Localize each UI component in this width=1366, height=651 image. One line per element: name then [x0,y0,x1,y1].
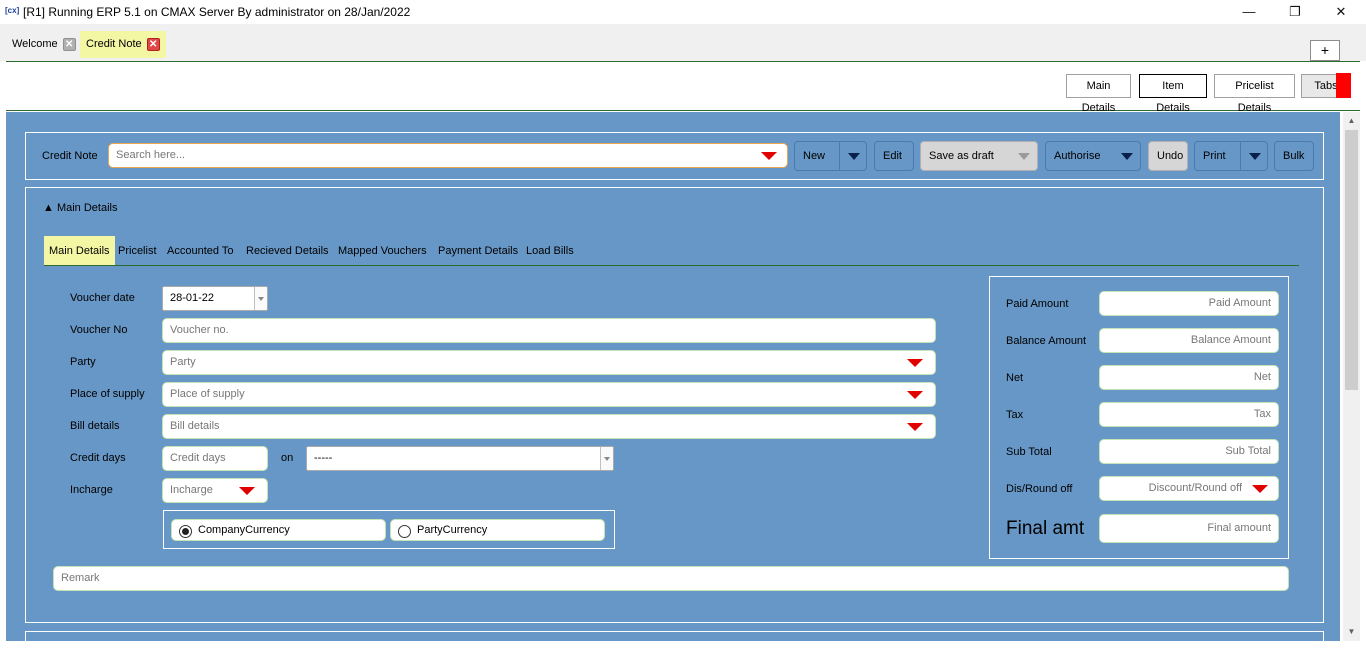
main-details-toggle[interactable]: ▲ Main Details [43,202,117,214]
sub-total-label: Sub Total [1006,446,1052,458]
dis-round-off-label: Dis/Round off [1006,483,1073,495]
on-value: ----- [314,452,333,464]
net-input[interactable]: Net [1099,365,1279,390]
search-input[interactable]: Search here... [108,143,788,168]
scroll-thumb[interactable] [1345,130,1358,390]
main-details-button[interactable]: Main Details [1066,74,1131,114]
chevron-down-icon[interactable] [600,447,613,470]
incharge-label: Incharge [70,484,113,496]
party-select[interactable]: Party [162,350,936,375]
place-of-supply-select[interactable]: Place of supply [162,382,936,407]
minimize-button[interactable]: — [1226,1,1272,23]
credit-note-label: Credit Note [42,150,98,162]
final-amount-input[interactable]: Final amount [1099,514,1279,543]
incharge-placeholder: Incharge [170,484,213,496]
balance-amount-input[interactable]: Balance Amount [1099,328,1279,353]
radio-unselected-icon[interactable] [398,525,411,538]
dropdown-arrow-icon[interactable] [239,487,255,495]
company-currency-option[interactable]: CompanyCurrency [171,519,386,541]
voucher-date-label: Voucher date [70,292,135,304]
dropdown-arrow-icon[interactable] [907,423,923,431]
dis-round-off-placeholder: Discount/Round off [1148,482,1242,494]
subtab-payment-details[interactable]: Payment Details [433,236,523,266]
party-label: Party [70,356,96,368]
voucher-date-value: 28-01-22 [170,292,215,304]
print-button[interactable]: Print [1194,141,1268,171]
window-title: [R1] Running ERP 5.1 on CMAX Server By a… [23,5,411,19]
document-tab-strip [0,24,1366,61]
on-label: on [281,452,294,464]
tax-label: Tax [1006,409,1024,421]
voucher-no-label: Voucher No [70,324,128,336]
chevron-down-icon[interactable] [1113,142,1141,170]
maximize-button[interactable]: ❐ [1272,1,1318,23]
authorise-label: Authorise [1054,150,1101,162]
save-as-draft-button[interactable]: Save as draft [920,141,1038,171]
voucher-date-picker[interactable]: 28-01-22 [162,286,268,311]
balance-amount-label: Balance Amount [1006,335,1087,347]
scroll-up-icon[interactable]: ▲ [1343,113,1360,129]
close-tab-icon[interactable]: ✕ [146,38,160,51]
tab-label: Welcome [12,38,58,50]
calendar-dropdown-icon[interactable] [254,287,267,310]
bill-details-placeholder: Bill details [170,420,220,432]
close-window-button[interactable]: ✕ [1318,1,1364,23]
chevron-down-icon[interactable] [1240,142,1268,170]
voucher-no-input[interactable]: Voucher no. [162,318,936,343]
close-tab-icon[interactable]: ✕ [62,38,76,51]
dropdown-arrow-icon[interactable] [907,359,923,367]
tab-label: Credit Note [86,38,142,50]
subtab-main-details[interactable]: Main Details [44,236,115,266]
print-label: Print [1203,150,1226,162]
item-details-button[interactable]: Item Details [1139,74,1207,114]
party-placeholder: Party [170,356,196,368]
subtab-accounted-to[interactable]: Accounted To [162,236,238,266]
place-of-supply-label: Place of supply [70,388,145,400]
new-label: New [803,150,826,162]
authorise-button[interactable]: Authorise [1045,141,1141,171]
company-currency-label: CompanyCurrency [198,524,290,536]
radio-selected-icon[interactable] [179,525,192,538]
credit-days-on-select[interactable]: ----- [306,446,614,471]
dropdown-arrow-icon[interactable] [761,152,777,160]
net-label: Net [1006,372,1024,384]
subtab-recieved-details[interactable]: Recieved Details [241,236,334,266]
dropdown-arrow-icon[interactable] [907,391,923,399]
remark-input[interactable]: Remark [53,566,1289,591]
pricelist-details-button[interactable]: Pricelist Details [1214,74,1295,114]
credit-days-label: Credit days [70,452,126,464]
paid-amount-input[interactable]: Paid Amount [1099,291,1279,316]
add-tab-button[interactable]: + [1310,40,1340,61]
new-button[interactable]: New [794,141,867,171]
incharge-select[interactable]: Incharge [162,478,268,503]
app-icon: [cx] [5,6,20,15]
subtab-mapped-vouchers[interactable]: Mapped Vouchers [333,236,432,266]
next-section-panel [25,631,1324,651]
subtab-pricelist[interactable]: Pricelist [113,236,162,266]
save-as-draft-label: Save as draft [929,150,994,162]
party-currency-label: PartyCurrency [417,524,488,536]
edit-button[interactable]: Edit [874,141,914,171]
chevron-down-icon[interactable] [839,142,867,170]
paid-amount-label: Paid Amount [1006,298,1069,310]
red-marker [1336,73,1351,98]
bill-details-label: Bill details [70,420,120,432]
party-currency-option[interactable]: PartyCurrency [390,519,605,541]
bill-details-select[interactable]: Bill details [162,414,936,439]
subtab-divider [44,265,1299,266]
tab-credit-note[interactable]: Credit Note ✕ [80,31,166,58]
tab-welcome[interactable]: Welcome ✕ [6,31,82,58]
bulk-button[interactable]: Bulk [1274,141,1314,171]
chevron-down-icon[interactable] [1010,142,1038,170]
scroll-down-icon[interactable]: ▼ [1343,624,1360,640]
dropdown-arrow-icon[interactable] [1252,485,1268,493]
subtab-load-bills[interactable]: Load Bills [521,236,579,266]
sub-total-input[interactable]: Sub Total [1099,439,1279,464]
undo-button[interactable]: Undo [1148,141,1188,171]
final-amt-label: Final amt [1006,518,1085,539]
place-of-supply-placeholder: Place of supply [170,388,245,400]
credit-days-input[interactable]: Credit days [162,446,268,471]
dis-round-off-select[interactable]: Discount/Round off [1099,476,1279,501]
tax-input[interactable]: Tax [1099,402,1279,427]
